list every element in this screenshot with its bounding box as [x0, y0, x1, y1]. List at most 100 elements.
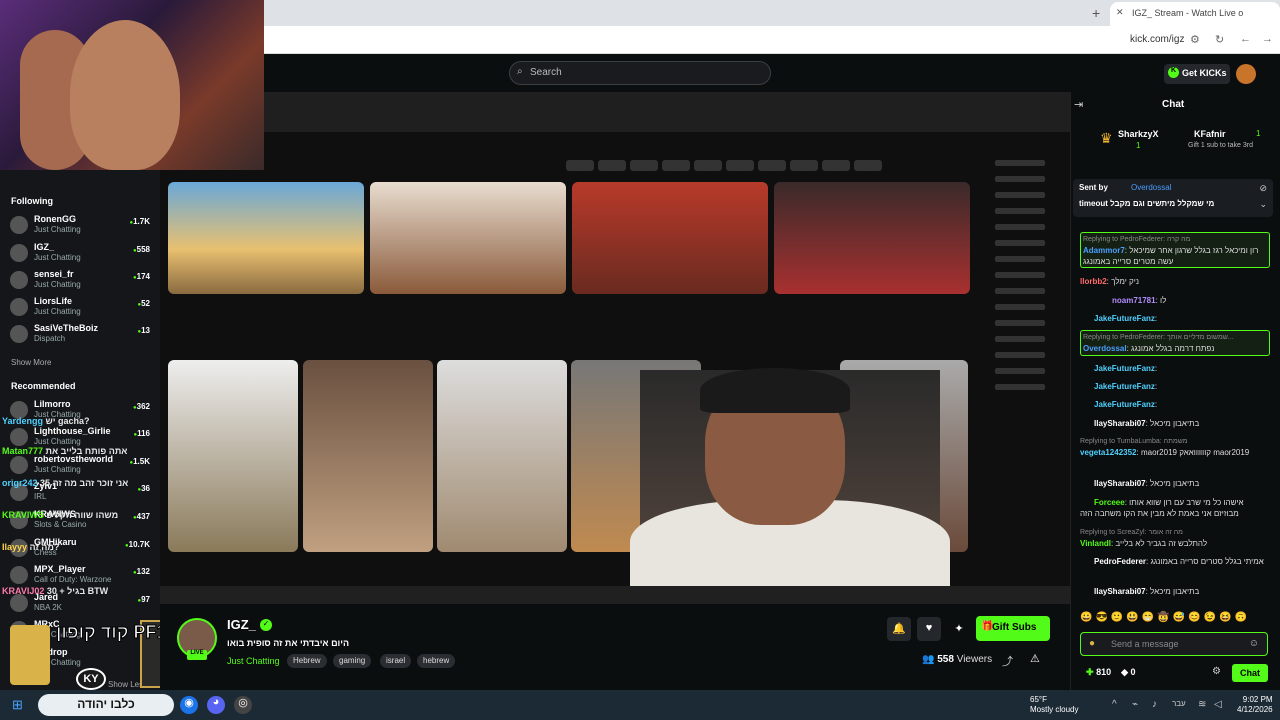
chat-username: JakeFutureFanz — [1094, 364, 1155, 373]
overlay-text: מה זה? — [29, 542, 60, 552]
bell-icon[interactable]: 🔔 — [887, 617, 911, 641]
windows-start-icon[interactable]: ⊞ — [12, 697, 26, 712]
chrome-icon[interactable]: ◉ — [180, 696, 198, 714]
user-avatar[interactable] — [1236, 64, 1256, 84]
chat-text: ניק ימלך — [1111, 277, 1139, 286]
chat-message[interactable]: IlaySharabi07: בתיאבון מיכאל — [1080, 586, 1270, 597]
chat-message[interactable]: JakeFutureFanz: — [1080, 313, 1270, 324]
chat-message[interactable]: JakeFutureFanz: — [1080, 381, 1270, 392]
reload-icon[interactable]: ↻ — [1215, 33, 1224, 46]
chat-message[interactable]: Replying to ScreaZyl: מה זה אומר Vinlandl… — [1080, 527, 1270, 551]
chevron-up-icon[interactable]: ^ — [1112, 699, 1117, 710]
search-input[interactable]: ⌕ Search — [509, 61, 771, 85]
overlay-text: יש gacha? — [45, 416, 90, 426]
sidebar-item-following[interactable]: RonenGGJust Chatting1.7K — [10, 214, 160, 236]
stream-category[interactable]: Just Chatting — [227, 656, 280, 666]
overlay-user: Matan777 — [2, 446, 44, 456]
get-kicks-button[interactable]: K Get KICKs — [1164, 64, 1230, 84]
chat-username: PedroFederer — [1094, 557, 1147, 566]
tab-title: IGZ_ Stream - Watch Live o — [1132, 8, 1244, 18]
trophy-icon: ♛ — [1100, 130, 1113, 146]
chevron-down-icon[interactable]: ⌄ — [1259, 199, 1267, 210]
emoji-icon[interactable]: ☺ — [1249, 638, 1259, 649]
promo-brand-logo: KY — [76, 668, 106, 690]
taskbar-search[interactable]: כלבו יהודה — [38, 694, 174, 716]
chat-message[interactable]: Replying to PedroFederer: מה קרה Adammor7… — [1080, 232, 1270, 268]
collapse-chat-icon[interactable]: ⇥ — [1074, 98, 1083, 111]
obs-icon[interactable]: ◎ — [234, 696, 252, 714]
overlay-user: Ilayyy — [2, 542, 28, 552]
avatar — [10, 271, 28, 289]
chat-message[interactable]: noam71781: לו — [1080, 295, 1270, 306]
unpin-icon[interactable]: ⊘ — [1259, 183, 1267, 194]
pinned-message[interactable]: Sent by Overdossal timeout מי שמקלל מיתש… — [1073, 179, 1273, 217]
viewer-count: 👥 558 Viewers — [922, 654, 992, 665]
gift-prompt[interactable]: Gift 1 sub to take 3rd — [1188, 142, 1253, 149]
network-icon[interactable]: ⌁ — [1132, 699, 1138, 710]
gifter-count: 1 — [1136, 141, 1141, 150]
weather-temp: 65°F — [1030, 695, 1047, 704]
video-thumbnail — [774, 182, 970, 294]
gifter-name[interactable]: KFafnir — [1194, 129, 1226, 139]
gift-subs-button[interactable]: 🎁 Gift Subs — [976, 616, 1050, 641]
video-thumbnail — [572, 182, 768, 294]
gifter-name[interactable]: SharkzyX — [1118, 129, 1159, 139]
chat-message[interactable]: Replying to PedroFederer: שמשום מדליים א… — [1080, 330, 1270, 356]
sparkle-icon[interactable]: ✦ — [947, 617, 971, 641]
chat-message[interactable]: IlaySharabi07: בתיאבון מיכאל — [1080, 478, 1270, 489]
url-text[interactable]: kick.com/igz — [1130, 34, 1184, 45]
taskbar-clock[interactable]: 9:02 PM 4/12/2026 — [1237, 695, 1273, 715]
get-kicks-label: Get KICKs — [1182, 68, 1227, 78]
back-icon[interactable]: ← — [1240, 33, 1251, 45]
share-icon[interactable]: ⤴ — [1002, 653, 1013, 669]
emote-bar[interactable]: 😀😎🙂😃😁🤠😅😊😉😆🙃 — [1080, 612, 1270, 626]
plus-icon[interactable]: + — [1092, 5, 1100, 21]
recommended-heading: Recommended — [11, 381, 76, 391]
chat-username: JakeFutureFanz — [1094, 400, 1155, 409]
discord-icon[interactable]: ◕ — [207, 696, 225, 714]
tune-icon[interactable]: ⚙ — [1190, 33, 1200, 46]
volume-icon[interactable]: ◁ — [1214, 699, 1222, 710]
overlay-text: משהו שווה הקליפ — [46, 510, 119, 520]
browser-tab[interactable]: ✕ IGZ_ Stream - Watch Live o — [1110, 2, 1280, 26]
weather-widget[interactable]: 65°F Mostly cloudy — [1030, 695, 1078, 715]
channel-points[interactable]: ✚ 810 ◆ 0 — [1086, 667, 1136, 678]
tag-chip[interactable]: gaming — [333, 654, 372, 668]
sidebar-item-following[interactable]: IGZ_Just Chatting558 — [10, 242, 160, 264]
chat-message[interactable]: PedroFederer: אמיתי בגלל סטרים סרייה באמ… — [1080, 556, 1270, 580]
address-bar[interactable] — [264, 26, 1280, 54]
chat-input[interactable]: ● Send a message ☺ — [1080, 632, 1268, 656]
kick-coin-icon: K — [1168, 67, 1179, 78]
chat-text: maor2019 קוווווואאק maor2019 — [1140, 448, 1250, 457]
clock-date: 4/12/2026 — [1237, 705, 1273, 714]
language-indicator[interactable]: עבר — [1172, 699, 1186, 708]
chat-message[interactable]: Replying to TumbaLumba: משמתה vegeta12423… — [1080, 436, 1270, 470]
chat-send-button[interactable]: Chat — [1232, 664, 1268, 682]
chat-message[interactable]: JakeFutureFanz: — [1080, 399, 1270, 410]
show-more-link[interactable]: Show More — [11, 358, 51, 367]
chat-message[interactable]: JakeFutureFanz: — [1080, 363, 1270, 374]
close-icon[interactable]: ✕ — [1116, 7, 1124, 18]
sidebar-item-following[interactable]: SasiVeTheBoizDispatch13 — [10, 323, 160, 345]
avatar — [10, 298, 28, 316]
channel-name[interactable]: IGZ_ — [227, 617, 256, 632]
mic-icon[interactable]: ♪ — [1152, 699, 1157, 710]
search-placeholder: Search — [530, 67, 562, 78]
tag-chip[interactable]: Hebrew — [287, 654, 327, 668]
tag-chip[interactable]: hebrew — [417, 654, 456, 668]
overlay-user: KRAVIWS — [2, 510, 44, 520]
wifi-icon[interactable]: ≋ — [1198, 699, 1206, 710]
sidebar-item-following[interactable]: LiorsLifeJust Chatting52 — [10, 296, 160, 318]
chat-message[interactable]: IlaySharabi07: בתיאבון מיכאל — [1080, 418, 1270, 429]
tag-chip[interactable]: israel — [380, 654, 412, 668]
gear-icon[interactable]: ⚙ — [1212, 666, 1221, 677]
reply-context: Replying to ScreaZyl: מה זה אומר — [1080, 529, 1183, 536]
chat-input-placeholder: Send a message — [1111, 639, 1179, 649]
forward-icon[interactable]: → — [1262, 33, 1273, 45]
sidebar-item-following[interactable]: sensei_frJust Chatting174 — [10, 269, 160, 291]
chat-message[interactable]: llorbb2: ניק ימלך — [1080, 276, 1270, 287]
chat-message[interactable]: Forceee: אישהו כל מי שרב עם רון שווא אות… — [1080, 497, 1270, 521]
heart-icon[interactable]: ♥ — [917, 617, 941, 641]
following-heading: Following — [11, 196, 53, 206]
report-icon[interactable]: ⚠ — [1030, 652, 1040, 665]
